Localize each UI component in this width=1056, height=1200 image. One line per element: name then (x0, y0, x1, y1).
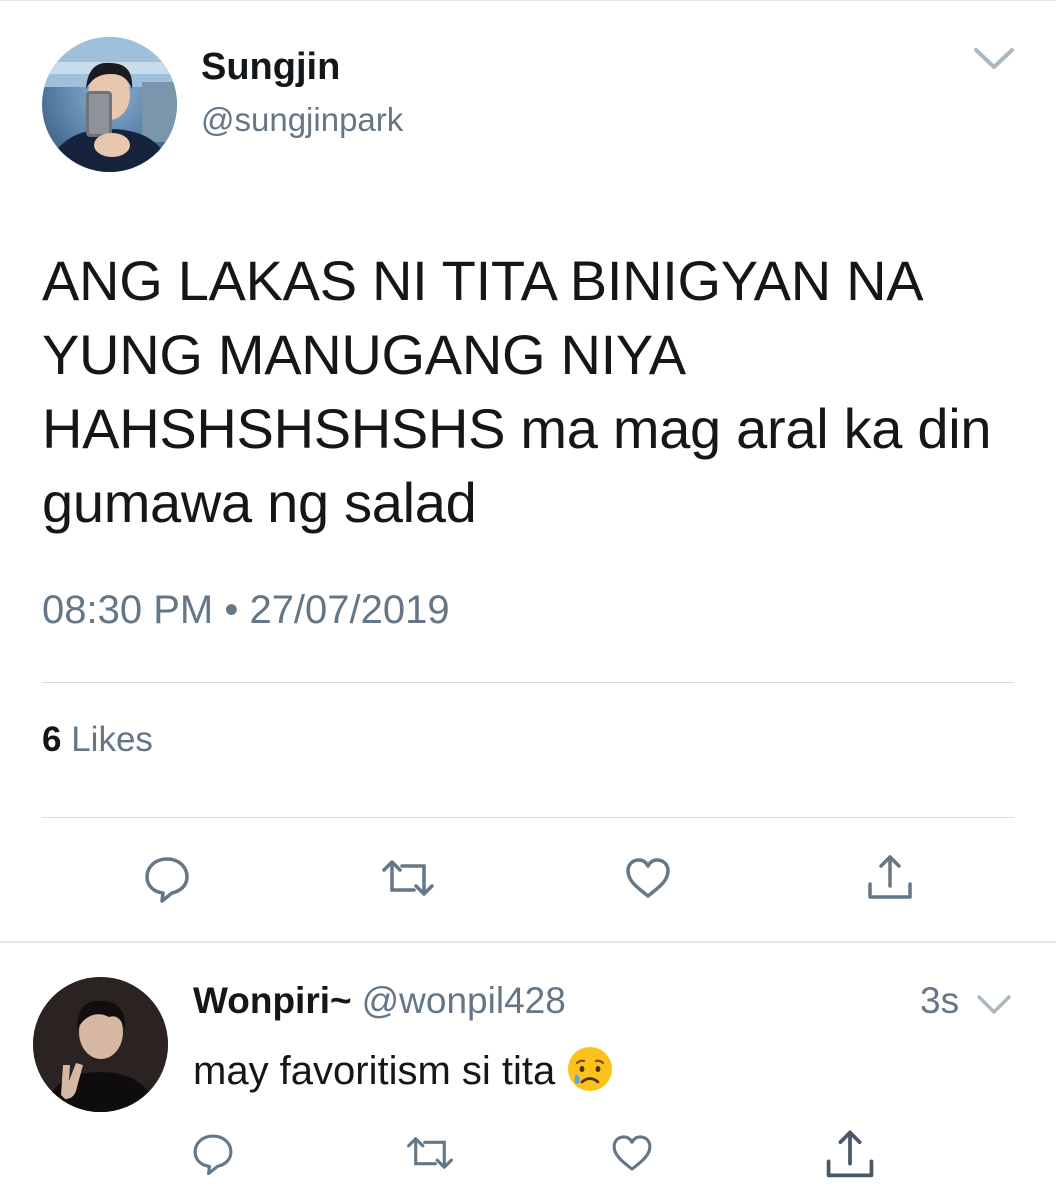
avatar-photo (33, 977, 168, 1112)
avatar-photo (42, 37, 177, 172)
like-icon[interactable] (620, 850, 676, 906)
reply-icon[interactable] (139, 850, 195, 906)
chevron-down-icon[interactable] (974, 989, 1014, 1019)
tweet-text: ANG LAKAS NI TITA BINIGYAN NA YUNG MANUG… (42, 249, 992, 534)
reply-avatar[interactable] (33, 977, 168, 1112)
user-info[interactable]: Sungjin @sungjinpark (201, 44, 403, 140)
main-tweet: Sungjin @sungjinpark ANG LAKAS NI TITA B… (0, 0, 1056, 941)
chevron-down-icon[interactable] (972, 40, 1016, 76)
reply-header[interactable]: Wonpiri~ @wonpil428 (193, 978, 566, 1024)
reply-text: may favoritism si tita (193, 1049, 556, 1093)
likes-count[interactable]: 6 Likes (42, 717, 153, 763)
divider (42, 817, 1014, 818)
reply-text-row: may favoritism si tita (193, 1044, 615, 1097)
divider (42, 682, 1014, 683)
share-icon[interactable] (820, 1125, 880, 1185)
share-icon[interactable] (862, 850, 918, 906)
reply-display-name[interactable]: Wonpiri~ (193, 980, 352, 1021)
reply-handle[interactable]: @wonpil428 (362, 980, 566, 1021)
retweet-icon[interactable] (405, 1128, 455, 1178)
user-handle[interactable]: @sungjinpark (201, 100, 403, 140)
likes-number: 6 (42, 720, 62, 759)
like-icon[interactable] (607, 1128, 657, 1178)
reply-icon[interactable] (188, 1128, 238, 1178)
crying-face-icon (565, 1044, 615, 1094)
retweet-icon[interactable] (380, 850, 436, 906)
display-name[interactable]: Sungjin (201, 44, 403, 90)
tweet-timestamp: 08:30 PM • 27/07/2019 (42, 588, 450, 632)
likes-label: Likes (71, 720, 153, 759)
section-divider (0, 941, 1056, 943)
avatar[interactable] (42, 37, 177, 172)
reply-time: 3s (920, 980, 960, 1021)
